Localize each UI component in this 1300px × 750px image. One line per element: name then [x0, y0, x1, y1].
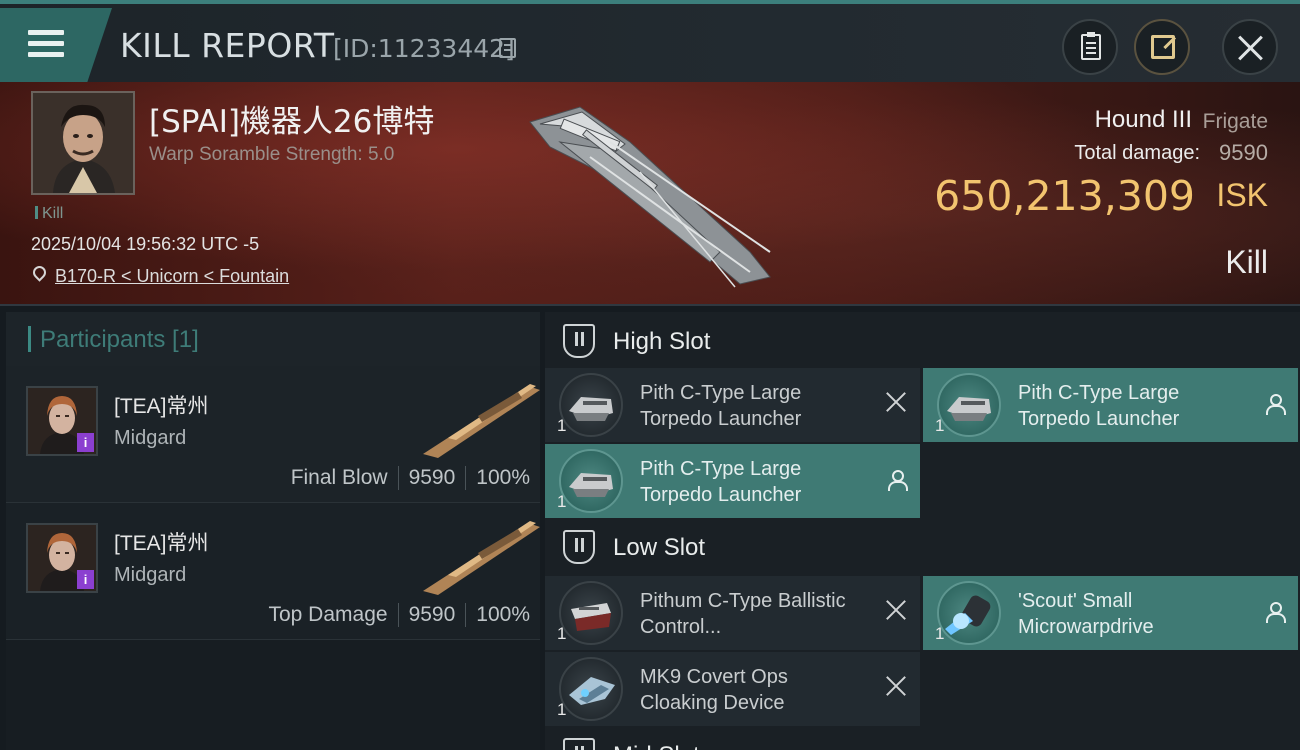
victim-avatar — [33, 93, 133, 193]
close-button[interactable] — [1222, 19, 1278, 75]
fitting-panel: High Slot 1 Pith C-Type Large Torpedo La… — [545, 312, 1300, 750]
module-quantity: 1 — [935, 624, 945, 643]
victim-ship-name[interactable]: Hound III — [1095, 106, 1192, 134]
participants-header: Participants [1] — [6, 312, 540, 366]
module-item[interactable]: 1 Pith C-Type Large Torpedo Launcher — [545, 444, 920, 518]
total-damage-label: Total damage: — [1074, 142, 1200, 164]
module-item[interactable]: 1 Pithum C-Type Ballistic Control... — [545, 576, 920, 650]
participant-name: [TEA]常州 — [114, 532, 209, 555]
module-name: MK9 Covert Ops Cloaking Device — [640, 666, 788, 714]
header-bar: KILL REPORT [ID:11233442] — [0, 0, 1300, 82]
victim-banner: [SPAI]機器人26博特 Warp Soramble Strength: 5.… — [0, 82, 1300, 306]
total-damage-value: 9590 — [1219, 140, 1268, 165]
location-link[interactable]: B170-R < Unicorn < Fountain — [55, 266, 289, 287]
module-name: Pith C-Type Large Torpedo Launcher — [640, 458, 802, 506]
module-name: Pith C-Type Large Torpedo Launcher — [1018, 382, 1180, 430]
participant-stats: Final Blow 9590 100% — [291, 466, 530, 490]
module-quantity: 1 — [557, 492, 567, 511]
victim-name[interactable]: [SPAI]機器人26博特 — [149, 96, 434, 141]
module-quantity: 1 — [935, 416, 945, 435]
module-item[interactable]: 1 MK9 Covert Ops Cloaking Device — [545, 652, 920, 726]
high-slot-title: High Slot — [613, 328, 711, 355]
participant-role: Top Damage — [268, 603, 388, 626]
page-title: KILL REPORT — [120, 26, 335, 65]
module-name: Pithum C-Type Ballistic Control... — [640, 590, 846, 638]
isk-label: ISK — [1216, 177, 1268, 213]
participant-avatar: i — [26, 523, 98, 593]
isk-value: 650,213,309 — [934, 172, 1195, 220]
ship-image — [529, 106, 771, 288]
kill-timestamp: 2025/10/04 19:56:32 UTC -5 — [31, 234, 260, 254]
low-slot-title: Low Slot — [613, 534, 706, 561]
close-icon — [1237, 34, 1265, 62]
participant-ship: Midgard — [114, 427, 187, 449]
clipboard-icon — [1081, 32, 1101, 60]
participant-ship-image — [423, 384, 540, 458]
cloaking-device-icon — [559, 657, 623, 721]
participant-damage: 9590 — [408, 466, 456, 489]
module-name: 'Scout' Small Microwarpdrive — [1018, 590, 1154, 638]
copy-icon[interactable] — [499, 38, 516, 58]
participant-percent: 100% — [476, 603, 530, 626]
info-badge-icon: i — [77, 433, 94, 452]
participants-title: Participants [1] — [40, 326, 199, 353]
participants-panel: Participants [1] i [TEA]常州 Midgard Final… — [6, 312, 540, 750]
participant-percent: 100% — [476, 466, 530, 489]
menu-button[interactable] — [0, 8, 112, 82]
slot-icon — [563, 324, 595, 358]
slot-icon — [563, 530, 595, 564]
module-item[interactable]: 1 'Scout' Small Microwarpdrive — [923, 576, 1298, 650]
slot-icon — [563, 738, 595, 750]
participant-ship: Midgard — [114, 564, 187, 586]
info-badge-icon: i — [77, 570, 94, 589]
module-item[interactable]: 1 Pith C-Type Large Torpedo Launcher — [923, 368, 1298, 442]
microwarpdrive-icon — [937, 581, 1001, 645]
torpedo-launcher-icon — [559, 449, 623, 513]
destroyed-icon — [886, 392, 906, 412]
kill-tag: Kill — [35, 205, 63, 223]
destroyed-icon — [886, 676, 906, 696]
participant-ship-image — [423, 521, 540, 595]
participant-avatar: i — [26, 386, 98, 456]
report-id: [ID:11233442] — [333, 34, 515, 63]
mid-slot-header: Mid Slot — [545, 728, 1300, 750]
divider — [465, 466, 467, 490]
participant-name: [TEA]常州 — [114, 395, 209, 418]
participant-row[interactable]: i [TEA]常州 Midgard Top Damage 9590 100% — [6, 503, 540, 640]
person-icon — [1266, 394, 1286, 415]
ballistic-control-icon — [559, 581, 623, 645]
divider — [397, 466, 399, 490]
person-icon — [1266, 602, 1286, 623]
clipboard-button[interactable] — [1062, 19, 1118, 75]
pin-icon — [30, 263, 49, 282]
kill-outcome: Kill — [1225, 244, 1268, 280]
accent-bar — [28, 326, 31, 352]
module-quantity: 1 — [557, 416, 567, 435]
share-icon — [1151, 35, 1175, 59]
mid-slot-title: Mid Slot — [613, 742, 700, 750]
torpedo-launcher-icon — [559, 373, 623, 437]
participant-role: Final Blow — [290, 466, 388, 489]
divider — [465, 603, 467, 627]
high-slot-header: High Slot — [545, 314, 1300, 370]
low-slot-header: Low Slot — [545, 520, 1300, 576]
victim-portrait[interactable] — [31, 91, 135, 195]
participant-damage: 9590 — [408, 603, 456, 626]
module-item[interactable]: 1 Pith C-Type Large Torpedo Launcher — [545, 368, 920, 442]
share-button[interactable] — [1134, 19, 1190, 75]
module-quantity: 1 — [557, 700, 567, 719]
divider — [397, 603, 399, 627]
menu-icon — [28, 30, 64, 60]
module-quantity: 1 — [557, 624, 567, 643]
participant-stats: Top Damage 9590 100% — [268, 603, 530, 627]
victim-ship-class: Frigate — [1202, 110, 1268, 133]
person-icon — [888, 470, 908, 491]
torpedo-launcher-icon — [937, 373, 1001, 437]
destroyed-icon — [886, 600, 906, 620]
participant-row[interactable]: i [TEA]常州 Midgard Final Blow 9590 100% — [6, 366, 540, 503]
warp-scramble-strength: Warp Soramble Strength: 5.0 — [149, 144, 395, 165]
module-name: Pith C-Type Large Torpedo Launcher — [640, 382, 802, 430]
